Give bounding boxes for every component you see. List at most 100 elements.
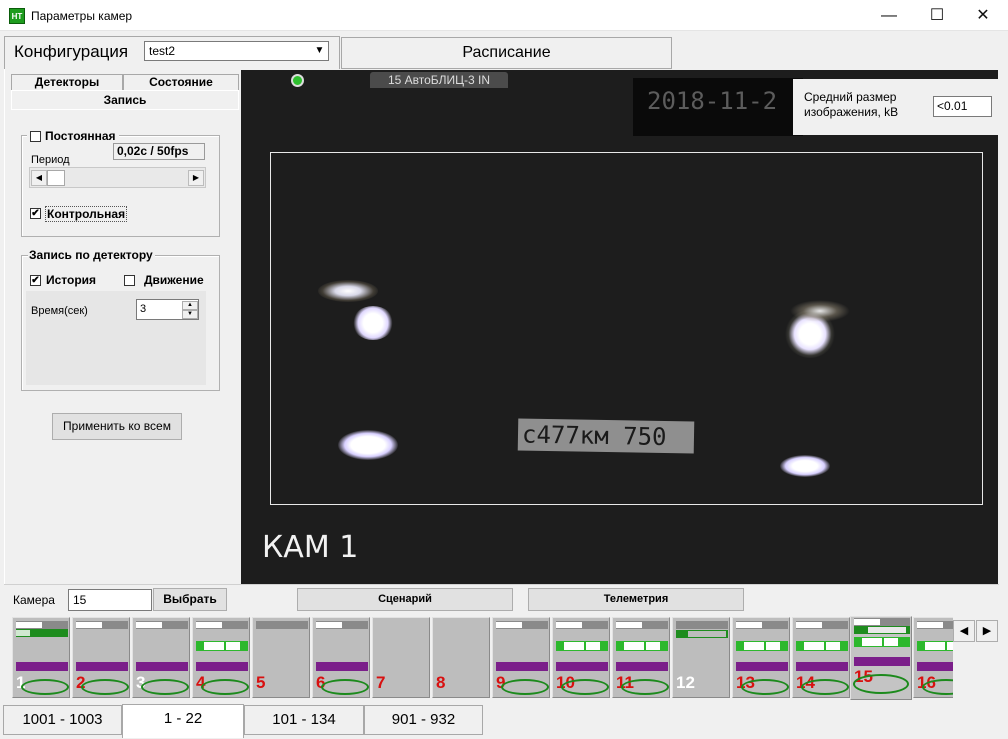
camera-tile-6[interactable]: 6	[312, 617, 370, 698]
detector-bar	[556, 641, 608, 651]
status-bar	[556, 621, 608, 629]
archive-bar	[854, 657, 910, 666]
minimize-button[interactable]: —	[866, 0, 912, 31]
motion-label: Движение	[144, 273, 204, 287]
camera-overlay-label: КАМ 1	[262, 530, 359, 565]
control-label: Контрольная	[45, 206, 128, 222]
camera-tile-9[interactable]: 9	[492, 617, 550, 698]
window-title: Параметры камер	[31, 9, 133, 23]
configuration-select[interactable]: test2 ▼	[144, 41, 329, 61]
camera-tile-11[interactable]: 11	[612, 617, 670, 698]
chevron-right-icon[interactable]: ▶	[976, 620, 998, 642]
tab-group-101-134[interactable]: 101 - 134	[244, 705, 364, 735]
camera-tile-8[interactable]: 8	[432, 617, 490, 698]
status-bar	[917, 621, 953, 629]
scroll-left-icon[interactable]: ◀	[31, 170, 47, 186]
tab-group-901-932[interactable]: 901 - 932	[364, 705, 483, 735]
tab-schedule[interactable]: Расписание	[341, 37, 672, 69]
scenario-button[interactable]: Сценарий	[297, 588, 513, 611]
status-bar	[76, 621, 128, 629]
permanent-checkbox[interactable]	[30, 131, 41, 142]
camera-tile-4[interactable]: 4	[192, 617, 250, 698]
tab-state[interactable]: Состояние	[123, 74, 239, 91]
detector-bar	[796, 641, 848, 651]
close-icon: ✕	[976, 7, 990, 24]
maximize-button[interactable]: ☐	[914, 0, 960, 31]
configuration-label: Конфигурация	[14, 42, 129, 61]
record-ellipse-icon	[21, 679, 69, 695]
maximize-icon: ☐	[929, 7, 945, 24]
period-value: 0,02с / 50fps	[113, 143, 205, 160]
image-size-label-line2: изображения, kB	[804, 105, 899, 119]
title-bar	[0, 0, 1008, 31]
chevron-left-icon[interactable]: ◀	[953, 620, 975, 642]
history-checkbox[interactable]: ✔	[30, 275, 41, 286]
archive-bar	[917, 662, 953, 671]
period-slider[interactable]: ◀ ▶	[29, 167, 206, 188]
detector-bar	[616, 641, 668, 651]
close-button[interactable]: ✕	[960, 0, 1006, 31]
period-label: Период	[31, 154, 70, 166]
archive-bar	[136, 662, 188, 671]
record-ellipse-icon	[321, 679, 369, 695]
spin-up-icon[interactable]: ▲	[182, 301, 198, 310]
record-ellipse-icon	[853, 674, 909, 694]
status-bar	[16, 621, 68, 629]
headlight-glare-left	[318, 280, 378, 302]
camera-tile-5[interactable]: 5	[252, 617, 310, 698]
camera-tile-16[interactable]: 16	[913, 617, 953, 698]
camera-tile-2[interactable]: 2	[72, 617, 130, 698]
camera-name-tab: 15 АвтоБЛИЦ-3 IN	[370, 72, 508, 88]
telemetry-button[interactable]: Телеметрия	[528, 588, 744, 611]
camera-tile-7[interactable]: 7	[372, 617, 430, 698]
camera-tile-3[interactable]: 3	[132, 617, 190, 698]
status-indicator	[291, 74, 304, 87]
permanent-label: Постоянная	[45, 129, 116, 143]
record-ellipse-icon	[561, 679, 609, 695]
control-checkbox[interactable]: ✔	[30, 208, 41, 219]
tab-group-1-22[interactable]: 1 - 22	[122, 704, 244, 738]
scroll-right-icon[interactable]: ▶	[188, 170, 204, 186]
configuration-select-value: test2	[149, 44, 176, 58]
archive-bar	[556, 662, 608, 671]
apply-to-all-button[interactable]: Применить ко всем	[52, 413, 182, 440]
time-spinbox[interactable]: 3 ▲ ▼	[136, 299, 199, 320]
motion-checkbox[interactable]	[124, 275, 135, 286]
status-bar	[196, 621, 248, 629]
camera-tile-14[interactable]: 14	[792, 617, 850, 698]
tab-group-1001-1003[interactable]: 1001 - 1003	[3, 705, 122, 735]
fog-light-right	[780, 455, 830, 477]
record-ellipse-icon	[741, 679, 789, 695]
slider-thumb[interactable]	[47, 170, 65, 186]
archive-bar	[16, 662, 68, 671]
status-bar	[854, 618, 910, 626]
camera-tile-10[interactable]: 10	[552, 617, 610, 698]
tab-detectors[interactable]: Детекторы	[11, 74, 123, 91]
camera-input[interactable]: 15	[68, 589, 152, 611]
status-bar	[676, 621, 728, 629]
camera-tile-13[interactable]: 13	[732, 617, 790, 698]
camera-tile-12[interactable]: 12	[672, 617, 730, 698]
tab-record[interactable]: Запись	[11, 90, 239, 110]
status-bar	[136, 621, 188, 629]
headlight-glare-right	[790, 300, 850, 322]
chevron-down-icon[interactable]: ▼	[311, 42, 328, 60]
archive-bar	[496, 662, 548, 671]
status-bar	[736, 621, 788, 629]
camera-strip: 1 2 3 4 5 6 7 8 9 10 11 12 13 14 15 16	[8, 616, 953, 700]
record-ellipse-icon	[81, 679, 129, 695]
status-bar	[796, 621, 848, 629]
camera-tile-15[interactable]: 15	[850, 616, 912, 700]
status-bar	[496, 621, 548, 629]
camera-tile-1[interactable]: 1	[12, 617, 70, 698]
select-button[interactable]: Выбрать	[153, 588, 227, 611]
archive-bar	[736, 662, 788, 671]
detector-group-title: Запись по детектору	[29, 248, 153, 262]
detector-bar	[736, 641, 788, 651]
detector-bar	[196, 641, 248, 651]
camera-tile-number: 5	[256, 673, 266, 692]
spin-down-icon[interactable]: ▼	[182, 310, 198, 319]
detector-bar	[917, 641, 953, 651]
time-value: 3	[140, 303, 147, 315]
archive-bar	[616, 662, 668, 671]
